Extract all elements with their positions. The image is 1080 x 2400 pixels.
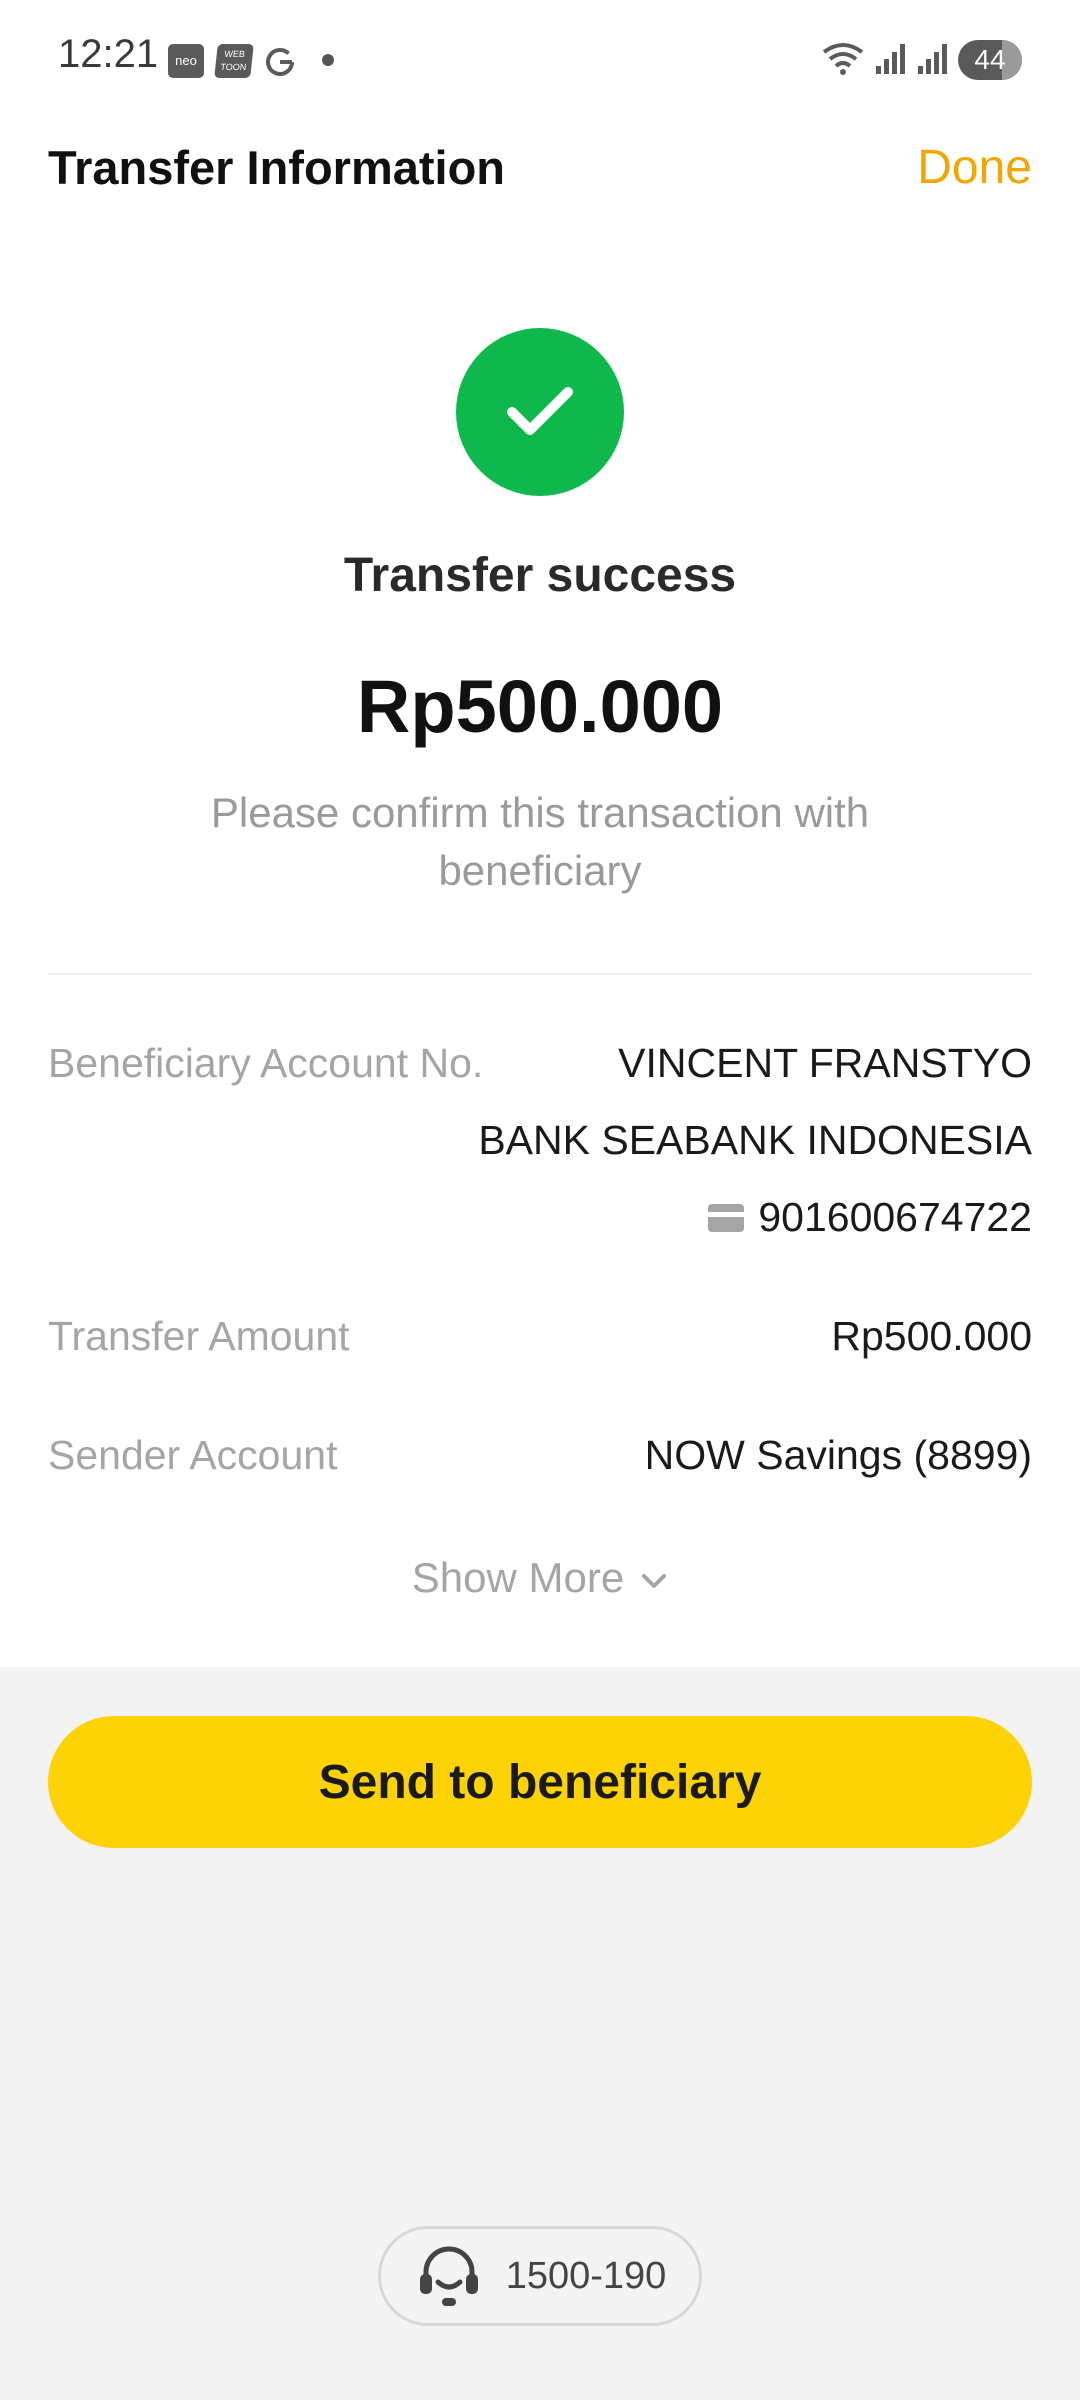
send-to-beneficiary-button[interactable]: Send to beneficiary xyxy=(48,1716,1032,1848)
google-app-icon xyxy=(262,44,298,78)
chevron-down-icon xyxy=(642,1573,667,1588)
status-indicators: 44 xyxy=(820,38,1022,82)
done-button[interactable]: Done xyxy=(917,140,1032,195)
content-card: 12:21 neo WEB TOON 44 Transfer Informati… xyxy=(0,0,1080,1667)
transfer-status-title: Transfer success xyxy=(343,549,737,602)
transfer-information-screen: 12:21 neo WEB TOON 44 Transfer Informati… xyxy=(0,0,1080,2400)
helpline-button[interactable]: 1500-190 xyxy=(378,2226,702,2326)
beneficiary-account-row: 901600674722 xyxy=(708,1194,1032,1241)
battery-level: 44 xyxy=(974,44,1006,75)
confirm-note: Please confirm this transaction with ben… xyxy=(210,789,870,894)
transfer-amount-value: Rp500.000 xyxy=(831,1313,1032,1359)
transfer-amount-large: Rp500.000 xyxy=(356,665,724,748)
status-time: 12:21 xyxy=(58,32,159,76)
wifi-icon xyxy=(820,40,866,81)
webtoon-app-icon: WEB TOON xyxy=(214,44,254,78)
battery-icon: 44 xyxy=(958,40,1022,80)
signal-2-icon xyxy=(916,40,950,81)
bank-card-icon xyxy=(708,1203,745,1232)
show-more-label: Show More xyxy=(411,1554,625,1601)
beneficiary-name: VINCENT FRANSTYO xyxy=(618,1040,1032,1086)
notification-dot-icon xyxy=(322,54,334,66)
success-badge xyxy=(456,328,624,496)
status-bar: 12:21 neo WEB TOON 44 xyxy=(0,0,1080,116)
sender-account-label: Sender Account xyxy=(48,1432,338,1478)
beneficiary-account-number: 901600674722 xyxy=(758,1194,1032,1240)
headset-icon xyxy=(419,2246,478,2306)
signal-icon xyxy=(874,40,908,81)
beneficiary-bank: BANK SEABANK INDONESIA xyxy=(478,1117,1032,1163)
page-title: Transfer Information xyxy=(48,141,506,194)
transfer-amount-label: Transfer Amount xyxy=(48,1313,350,1359)
neo-app-icon: neo xyxy=(168,44,204,78)
sender-account-value: NOW Savings (8899) xyxy=(644,1432,1032,1478)
helpline-number: 1500-190 xyxy=(505,2254,667,2297)
divider xyxy=(48,973,1032,975)
check-icon xyxy=(507,387,573,435)
beneficiary-label: Beneficiary Account No. xyxy=(48,1040,484,1086)
show-more-toggle[interactable]: Show More xyxy=(0,1554,1080,1602)
